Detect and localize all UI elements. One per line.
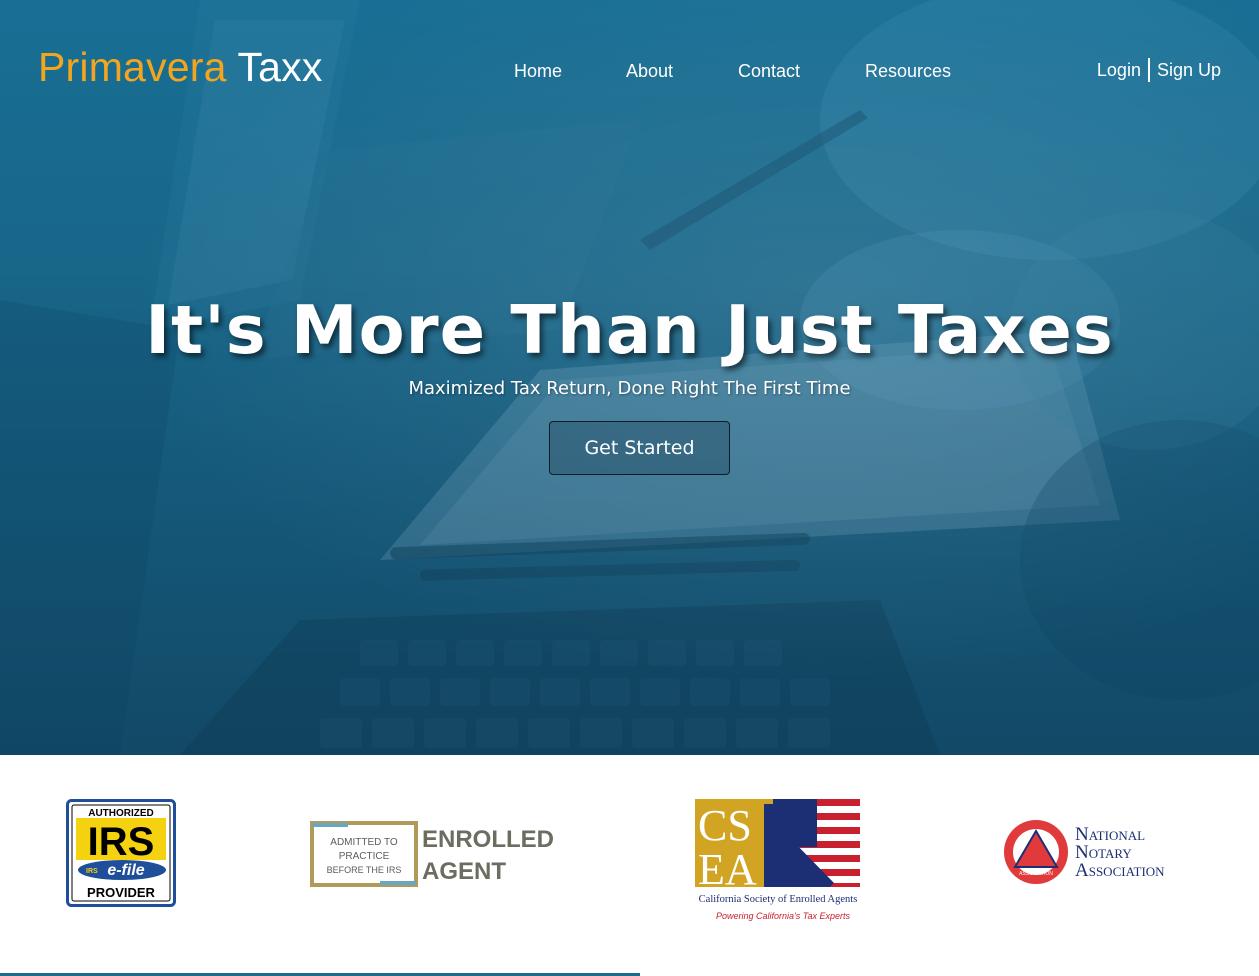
csea-badge: CS EA California Society of Enrolled Age… <box>695 799 860 921</box>
national-notary-association-badge: ASSOCIATION National Notary Association <box>1004 820 1165 884</box>
nav-about[interactable]: About <box>626 60 673 82</box>
ea-word2: AGENT <box>422 858 506 885</box>
irs-efile-provider-badge: AUTHORIZED IRS IRS e-file PROVIDER <box>66 799 176 907</box>
signup-link[interactable]: Sign Up <box>1157 60 1221 81</box>
csea-caption: California Society of Enrolled Agents <box>699 894 858 905</box>
irs-badge-prefix: IRS <box>86 868 98 875</box>
get-started-button[interactable]: Get Started <box>549 421 730 475</box>
ea-word1: ENROLLED <box>422 826 554 853</box>
nav-resources[interactable]: Resources <box>865 60 951 82</box>
login-link[interactable]: Login <box>1097 60 1141 81</box>
irs-badge-line1: AUTHORIZED <box>88 808 154 819</box>
csea-letters-bottom: EA <box>698 845 757 894</box>
irs-badge-line2: IRS <box>88 820 155 864</box>
nna-line3: Association <box>1075 860 1165 881</box>
nna-seal-text: ASSOCIATION <box>1019 871 1053 877</box>
irs-badge-line4: PROVIDER <box>87 885 156 900</box>
csea-letters-top: CS <box>698 801 752 850</box>
nav-contact[interactable]: Contact <box>738 60 800 82</box>
main-nav: Home About Contact Resources <box>0 60 1259 84</box>
irs-badge-efile: e-file <box>107 862 144 879</box>
hero-section: Primavera Taxx Home About Contact Resour… <box>0 0 1259 755</box>
auth-links: Login Sign Up <box>1097 56 1221 84</box>
enrolled-agent-badge: ADMITTED TO PRACTICE BEFORE THE IRS ENRO… <box>310 821 554 887</box>
csea-tagline: Powering California's Tax Experts <box>716 911 850 921</box>
ea-box-line2: PRACTICE <box>339 851 390 862</box>
accreditation-badges: AUTHORIZED IRS IRS e-file PROVIDER ADMIT… <box>0 755 1259 976</box>
ea-box-line3: BEFORE THE IRS <box>327 865 402 875</box>
auth-divider <box>1147 58 1150 82</box>
nav-home[interactable]: Home <box>514 60 562 82</box>
ea-box-line1: ADMITTED TO <box>330 837 398 848</box>
hero-headline: It's More Than Just Taxes <box>145 291 1114 369</box>
hero-subheadline: Maximized Tax Return, Done Right The Fir… <box>408 378 851 399</box>
